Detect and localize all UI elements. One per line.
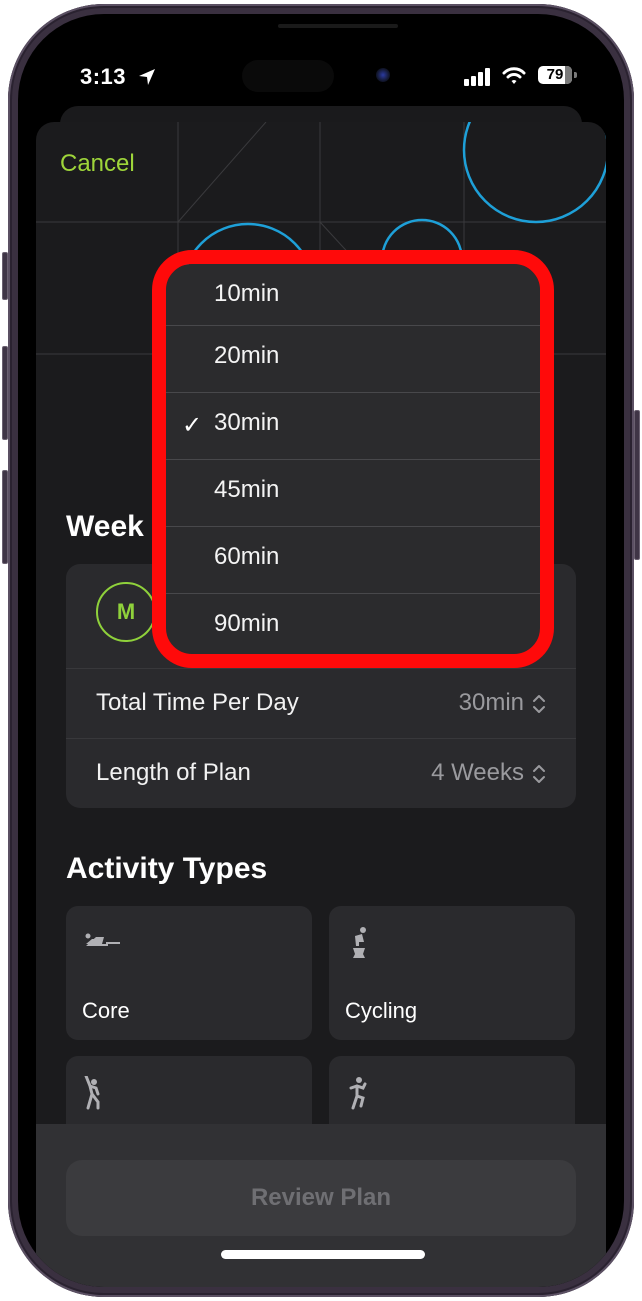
wifi-icon [502,67,526,84]
review-plan-label: Review Plan [250,1184,392,1211]
location-arrow-icon [139,69,155,85]
total-time-per-day-row[interactable]: Total Time Per Day 30min [66,668,576,738]
weekly-schedule-title: Week [66,510,144,543]
length-of-plan-row[interactable]: Length of Plan 4 Weeks [66,738,576,808]
volume-down-button [2,470,8,564]
battery-percent: 79 [546,66,564,83]
front-camera [376,68,390,82]
row-label: Length of Plan [96,759,251,786]
core-training-icon [85,933,120,946]
cellular-signal-icon [464,68,490,86]
indoor-cycling-icon [353,927,366,958]
activity-tile-cycling[interactable]: Cycling [329,906,575,1040]
action-button [2,252,8,300]
battery-icon: 79 [538,66,572,84]
day-letter: M [116,599,136,624]
bottom-toolbar: Review Plan [36,1124,606,1287]
chevron-up-down-icon [533,765,545,783]
activity-tile-core[interactable]: Core [66,906,312,1040]
hiit-icon [349,1077,367,1110]
status-bar: 3:13 79 [18,60,624,100]
day-toggle-monday[interactable]: M [96,582,156,642]
cancel-button[interactable]: Cancel [60,150,135,178]
speaker-grille [278,24,398,28]
power-button [634,410,640,560]
total-time-value[interactable]: 30min [459,689,524,717]
activity-label: Core [82,998,130,1023]
review-plan-button[interactable]: Review Plan [66,1160,576,1236]
home-indicator[interactable] [221,1250,425,1259]
dynamic-island [242,60,334,92]
volume-up-button [2,346,8,440]
annotation-highlight-box [152,250,554,668]
plan-length-value[interactable]: 4 Weeks [431,759,524,787]
status-time: 3:13 [80,64,127,89]
battery-nub [574,72,577,78]
row-label: Total Time Per Day [96,689,299,716]
activity-types-title: Activity Types [66,852,268,885]
chevron-up-down-icon [533,695,545,713]
activity-label: Cycling [345,998,418,1023]
dance-icon [84,1076,100,1110]
